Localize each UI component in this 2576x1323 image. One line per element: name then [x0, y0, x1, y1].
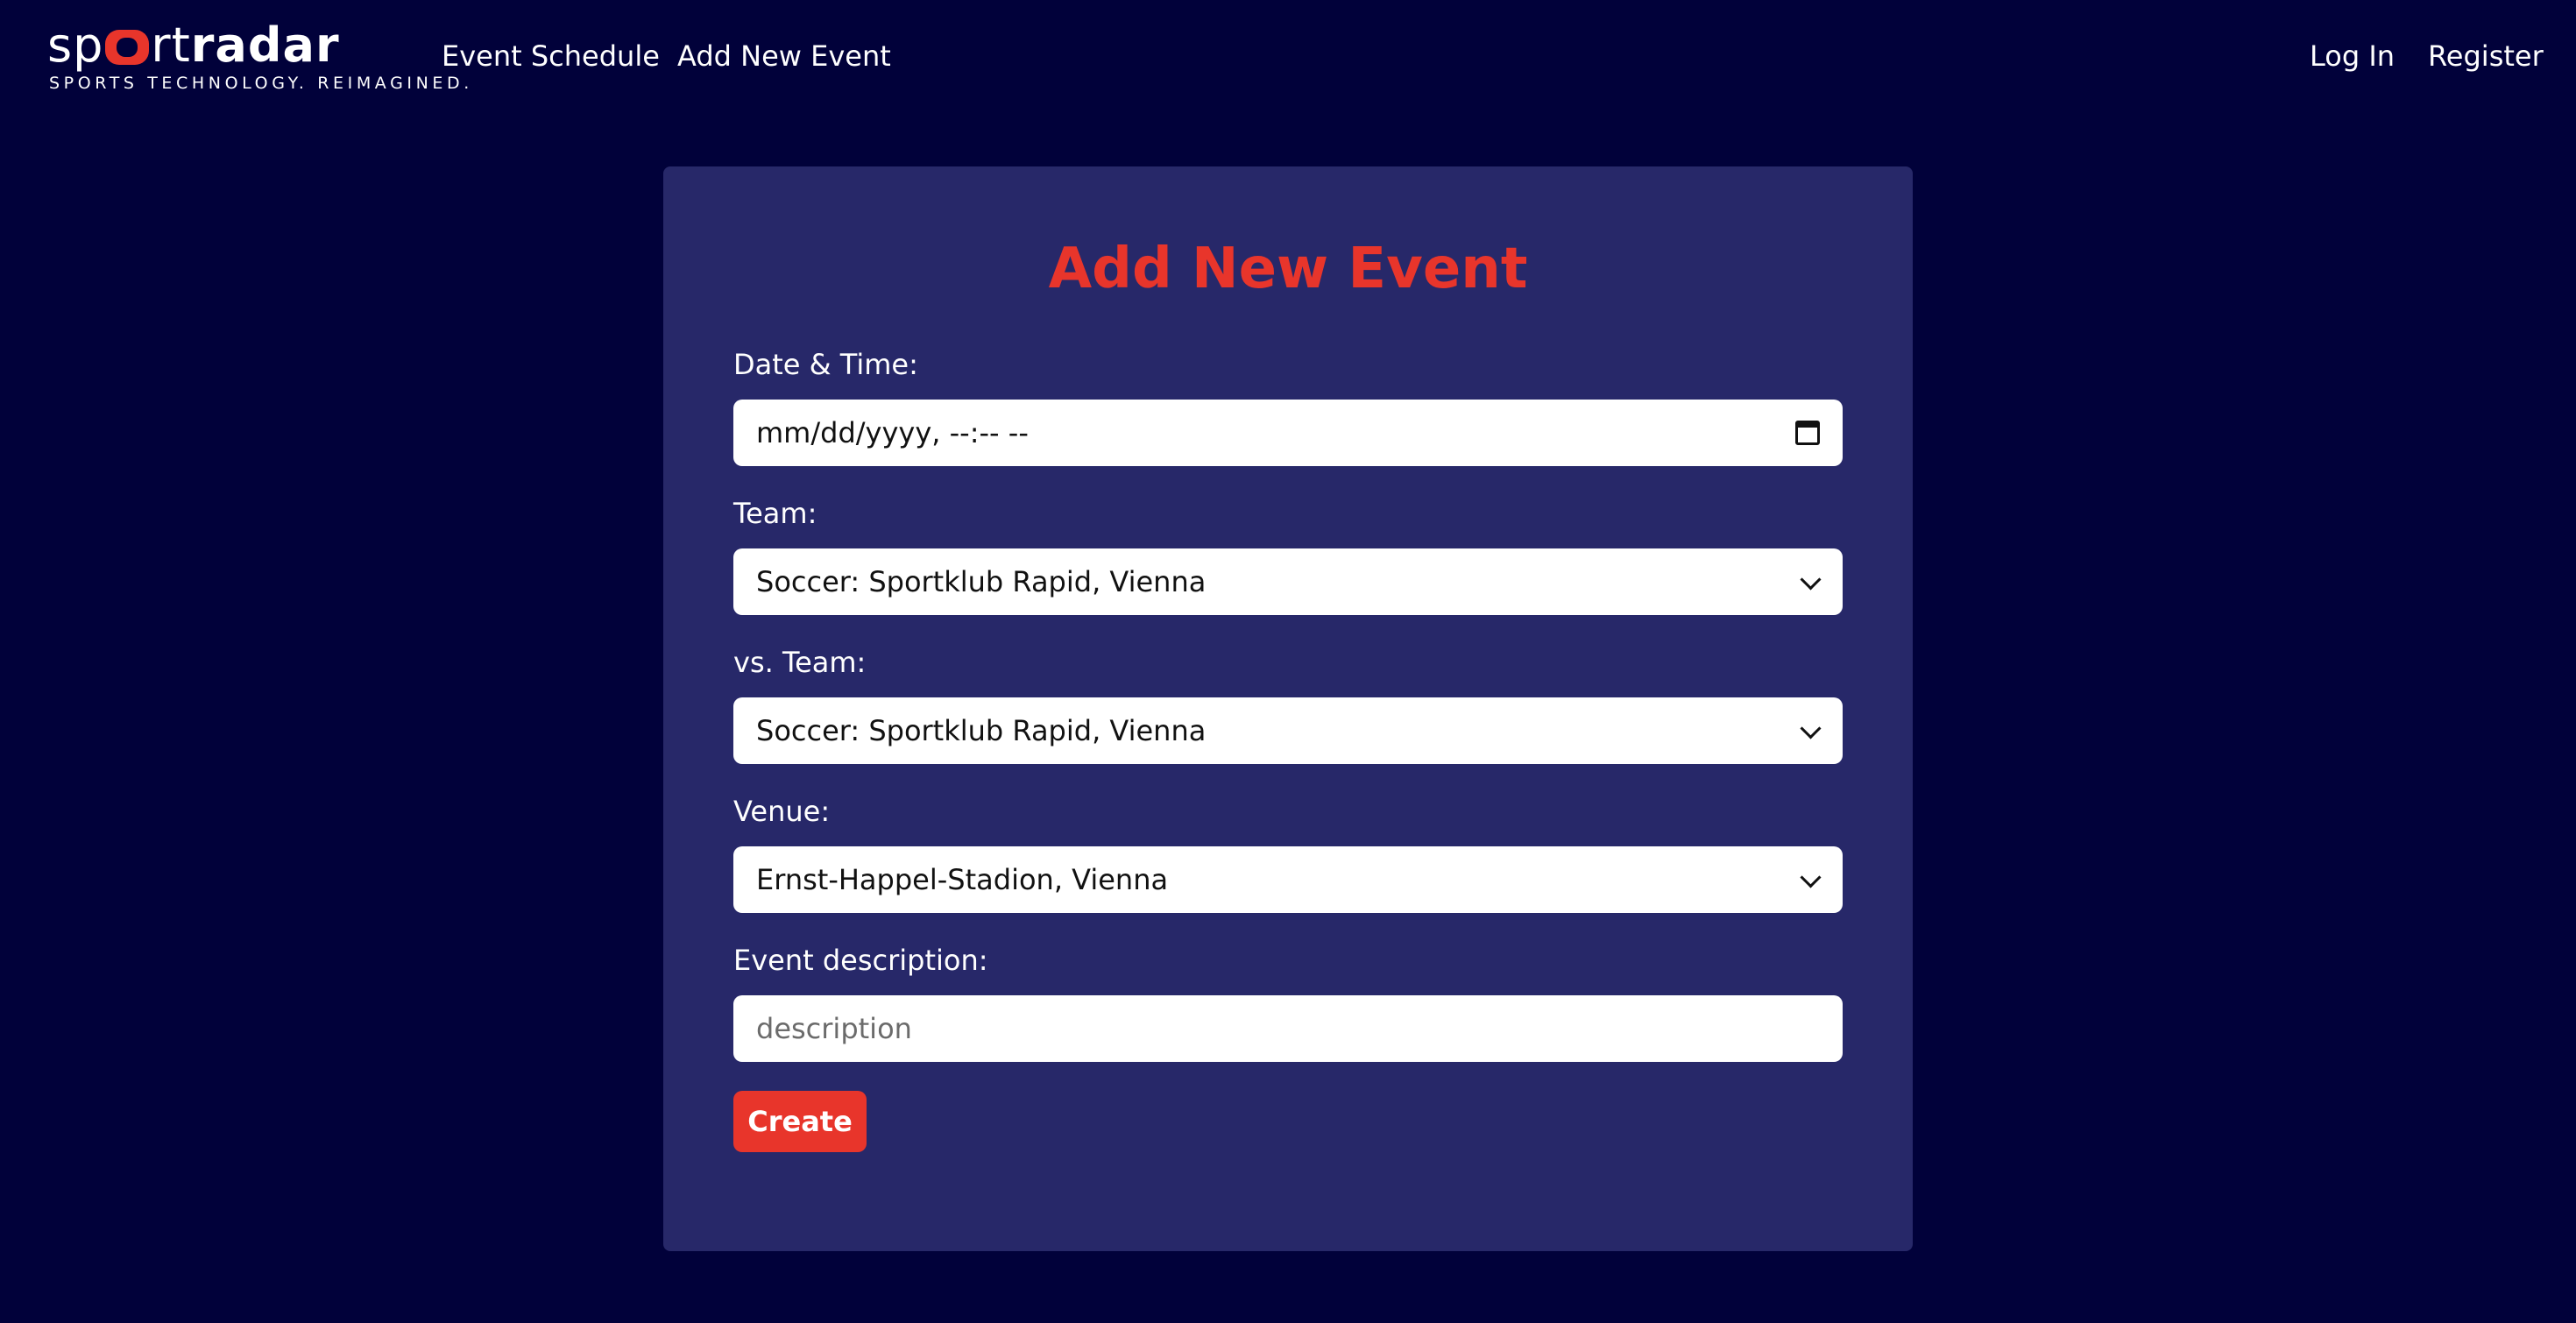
chevron-down-icon — [1801, 870, 1820, 889]
datetime-value: mm/dd/yyyy, --:-- -- — [756, 416, 1029, 449]
nav-register-link[interactable]: Register — [2428, 37, 2544, 75]
venue-label: Venue: — [733, 795, 831, 828]
venue-select[interactable]: Ernst-Happel-Stadion, Vienna — [733, 846, 1843, 913]
logo-o-icon — [105, 30, 150, 65]
chevron-down-icon — [1801, 572, 1820, 591]
vs-team-label: vs. Team: — [733, 646, 867, 679]
datetime-input[interactable]: mm/dd/yyyy, --:-- -- — [733, 400, 1843, 466]
chevron-down-icon — [1801, 721, 1820, 740]
description-label: Event description: — [733, 944, 988, 977]
vs-team-selected-value: Soccer: Sportklub Rapid, Vienna — [756, 714, 1207, 747]
nav-add-new-event-link[interactable]: Add New Event — [677, 37, 891, 75]
sportradar-logo[interactable]: sp rt radar SPORTS TECHNOLOGY. REIMAGINED. — [47, 19, 469, 98]
team-select[interactable]: Soccer: Sportklub Rapid, Vienna — [733, 548, 1843, 615]
top-navbar: sp rt radar SPORTS TECHNOLOGY. REIMAGINED.… — [0, 0, 2576, 123]
logo-text-radar: radar — [190, 18, 340, 73]
venue-selected-value: Ernst-Happel-Stadion, Vienna — [756, 863, 1169, 896]
page-title: Add New Event — [1048, 237, 1528, 301]
logo-text-rt: rt — [151, 18, 191, 73]
nav-event-schedule-link[interactable]: Event Schedule — [442, 37, 660, 75]
logo-wordmark: sp rt radar — [47, 19, 340, 72]
create-button[interactable]: Create — [733, 1091, 867, 1152]
vs-team-select[interactable]: Soccer: Sportklub Rapid, Vienna — [733, 697, 1843, 764]
team-label: Team: — [733, 497, 817, 530]
calendar-icon[interactable] — [1795, 421, 1820, 445]
logo-tagline: SPORTS TECHNOLOGY. REIMAGINED. — [49, 74, 473, 93]
nav-log-in-link[interactable]: Log In — [2310, 37, 2395, 75]
logo-text-sp: sp — [47, 18, 104, 73]
datetime-label: Date & Time: — [733, 348, 918, 381]
description-placeholder: description — [756, 1012, 912, 1045]
team-selected-value: Soccer: Sportklub Rapid, Vienna — [756, 565, 1207, 598]
description-input[interactable]: description — [733, 995, 1843, 1062]
